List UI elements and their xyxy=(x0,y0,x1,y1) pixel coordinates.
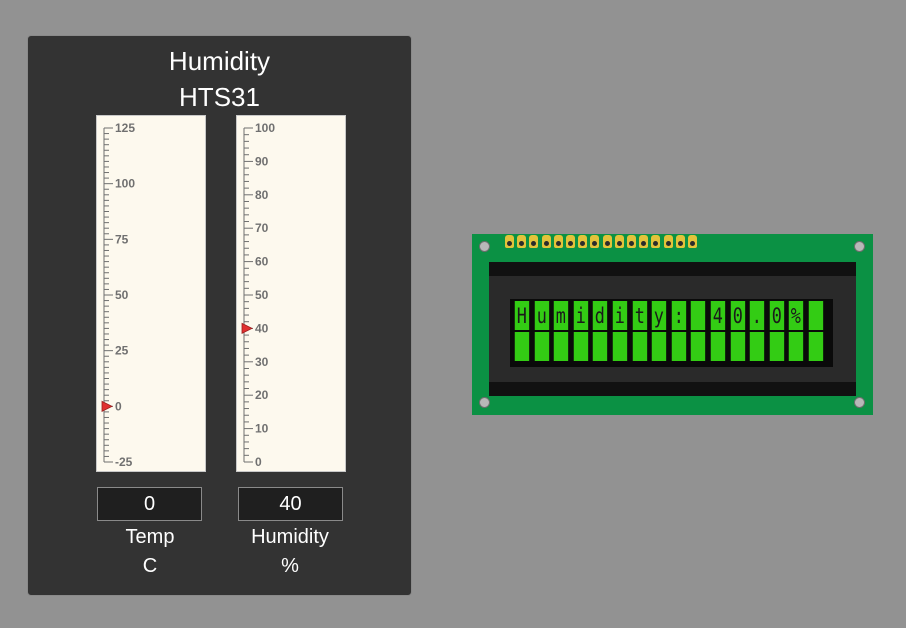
lcd-char-cell xyxy=(749,332,764,361)
lcd-char-cell xyxy=(789,332,804,361)
tick-label: 0 xyxy=(255,455,262,469)
tick-label: 25 xyxy=(115,344,129,358)
tick-label: 20 xyxy=(255,388,269,402)
humidity-unit: % xyxy=(281,555,299,577)
sensor-panel: Humidity HTS31 125 100 75 50 25 0 -25 100 90 80 7… xyxy=(27,35,412,596)
lcd-char-cell: H xyxy=(514,301,529,330)
lcd-char-cell xyxy=(730,332,745,361)
tick-label: 50 xyxy=(115,288,129,302)
lcd-char-cell xyxy=(593,332,608,361)
tick-label: 60 xyxy=(255,255,269,269)
temperature-caption: Temp xyxy=(125,526,175,548)
header-pin-icon xyxy=(639,235,649,248)
lcd-char-cell xyxy=(808,332,823,361)
tick-label: 125 xyxy=(115,121,135,135)
tick-label: 100 xyxy=(115,177,135,191)
lcd-char-cell: % xyxy=(789,301,804,330)
tick-label: 30 xyxy=(255,355,269,369)
temperature-gauge-scale: 125 100 75 50 25 0 -25 xyxy=(101,121,135,469)
tick-label: 40 xyxy=(255,321,269,335)
humidity-caption: Humidity xyxy=(251,526,329,548)
tick-label: 70 xyxy=(255,221,269,235)
header-pin-icon xyxy=(663,235,673,248)
lcd-char-cell: 0 xyxy=(769,301,784,330)
tick-label: 10 xyxy=(255,422,269,436)
lcd-char-cell xyxy=(651,332,666,361)
header-pin-icon xyxy=(517,235,527,248)
lcd-char-cell: y xyxy=(651,301,666,330)
lcd-char-cell xyxy=(710,332,725,361)
lcd-char-cell: i xyxy=(612,301,627,330)
header-pin-icon xyxy=(541,235,551,248)
lcd-char-cell: 4 xyxy=(710,301,725,330)
tick-label: 100 xyxy=(255,121,275,135)
lcd-char-cell: t xyxy=(632,301,647,330)
header-pin-icon xyxy=(590,235,600,248)
header-pin-icon xyxy=(566,235,575,248)
header-pin-icon xyxy=(614,235,624,248)
header-pin-icon xyxy=(675,235,685,248)
lcd-char-cell: d xyxy=(593,301,608,330)
lcd-char-cell xyxy=(691,332,706,361)
header-pin-icon xyxy=(578,235,588,248)
tick-label: -25 xyxy=(115,455,133,469)
tick-label: 80 xyxy=(255,188,269,202)
header-pin-icon xyxy=(651,235,661,248)
lcd-display: Hu m i d i t y:4 0. 0% xyxy=(472,234,873,415)
lcd-char-cell xyxy=(632,332,647,361)
mount-hole-icon xyxy=(854,397,865,408)
lcd-char-cell: : xyxy=(671,301,686,330)
lcd-char-cell xyxy=(769,332,784,361)
tick-label: 75 xyxy=(115,232,129,246)
lcd-char-cell: . xyxy=(749,301,764,330)
header-pin-icon xyxy=(688,235,697,248)
tick-label: 0 xyxy=(115,399,122,413)
pointer-icon xyxy=(101,400,113,412)
pointer-icon xyxy=(241,322,253,335)
lcd-char-cell: 0 xyxy=(730,301,745,330)
lcd-line-1: Hu m i d i t y:4 0. 0% xyxy=(513,301,825,330)
humidity-readout: 40 xyxy=(238,487,343,521)
tick-label: 50 xyxy=(255,288,269,302)
lcd-line-2 xyxy=(513,332,825,361)
lcd-char-cell xyxy=(573,332,588,361)
lcd-char-cell: u xyxy=(534,301,549,330)
lcd-char-cell: i xyxy=(573,301,588,330)
lcd-char-cell xyxy=(612,332,627,361)
lcd-char-cell xyxy=(808,301,823,330)
header-pin-icon xyxy=(602,235,612,248)
lcd-char-cell xyxy=(534,332,549,361)
header-pin-icon xyxy=(553,235,563,248)
mount-hole-icon xyxy=(479,241,490,252)
panel-subtitle: HTS31 xyxy=(179,82,260,112)
temperature-gauge: 125 100 75 50 25 0 -25 xyxy=(96,115,206,472)
lcd-char-cell: m xyxy=(553,301,569,330)
lcd-char-cell xyxy=(691,301,706,330)
header-pin-icon xyxy=(505,235,514,248)
mount-hole-icon xyxy=(479,397,490,408)
temperature-readout: 0 xyxy=(97,487,202,521)
lcd-char-cell xyxy=(514,332,529,361)
temperature-unit: C xyxy=(142,555,158,577)
header-pin-icon xyxy=(529,235,539,248)
humidity-gauge: 100 90 80 70 60 50 40 30 20 10 0 xyxy=(236,115,346,472)
header-pin-icon xyxy=(627,235,636,248)
lcd-char-cell xyxy=(671,332,686,361)
panel-title: Humidity xyxy=(168,46,271,76)
mount-hole-icon xyxy=(854,241,865,252)
lcd-char-cell xyxy=(553,332,569,361)
tick-label: 90 xyxy=(255,154,269,168)
humidity-gauge-scale: 1009080706050403020100 xyxy=(241,121,275,469)
